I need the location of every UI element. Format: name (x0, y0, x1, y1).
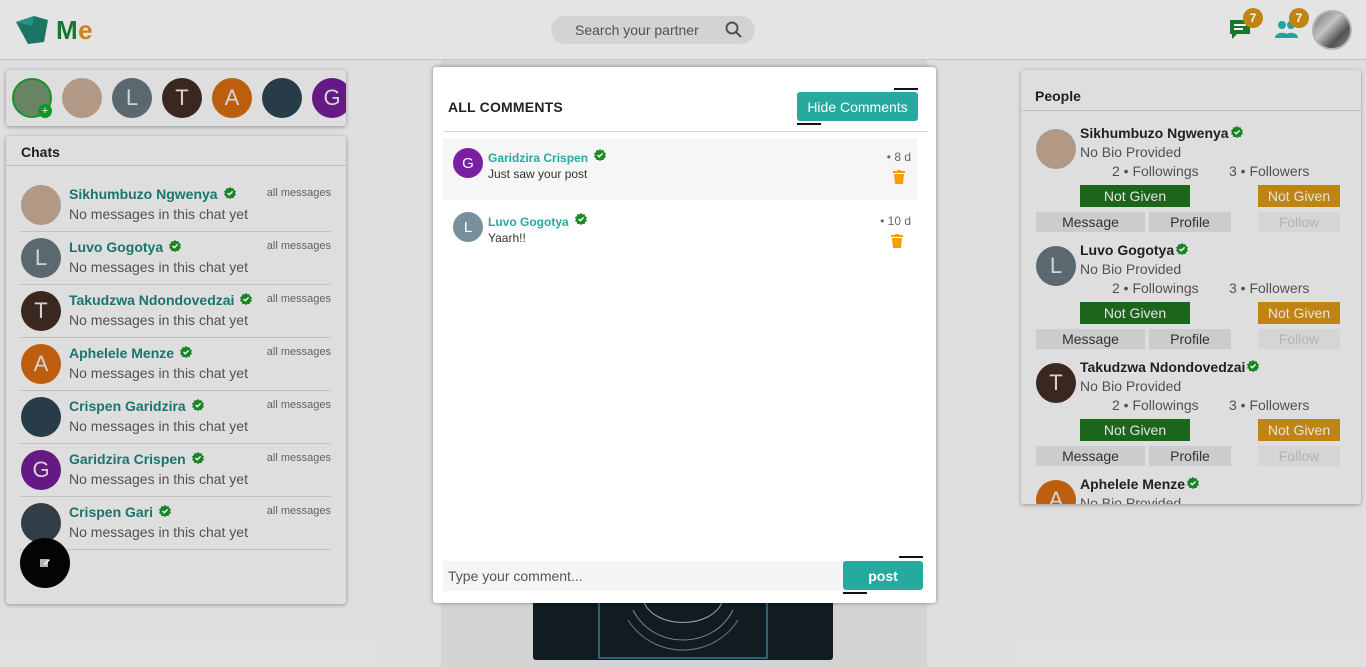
comment-time: • 8 d (886, 150, 911, 164)
comment-time: • 10 d (880, 214, 911, 228)
comment-author[interactable]: Garidzira Crispen (488, 151, 588, 165)
verified-icon (594, 149, 607, 161)
hide-comments-button[interactable]: Hide Comments (797, 92, 918, 121)
modal-title: ALL COMMENTS (448, 99, 563, 115)
verified-icon (574, 213, 587, 225)
trash-icon[interactable] (893, 170, 905, 184)
comment-text: Yaarh!! (488, 231, 526, 245)
comment-author[interactable]: Luvo Gogotya (488, 215, 569, 229)
avatar[interactable]: G (453, 148, 483, 178)
avatar[interactable]: L (453, 212, 483, 242)
comment-item: L Luvo Gogotya Yaarh!! • 10 d (443, 202, 917, 264)
comment-input[interactable] (443, 561, 843, 591)
focus-mark (797, 123, 821, 125)
divider (443, 131, 928, 132)
focus-mark (899, 556, 923, 558)
focus-mark (843, 592, 867, 594)
trash-icon[interactable] (891, 234, 903, 248)
comments-modal: ALL COMMENTS Hide Comments post G Garidz… (433, 67, 936, 603)
comment-item: G Garidzira Crispen Just saw your post •… (443, 138, 917, 200)
comment-text: Just saw your post (488, 167, 588, 181)
post-button[interactable]: post (843, 561, 923, 590)
focus-mark (894, 88, 918, 90)
